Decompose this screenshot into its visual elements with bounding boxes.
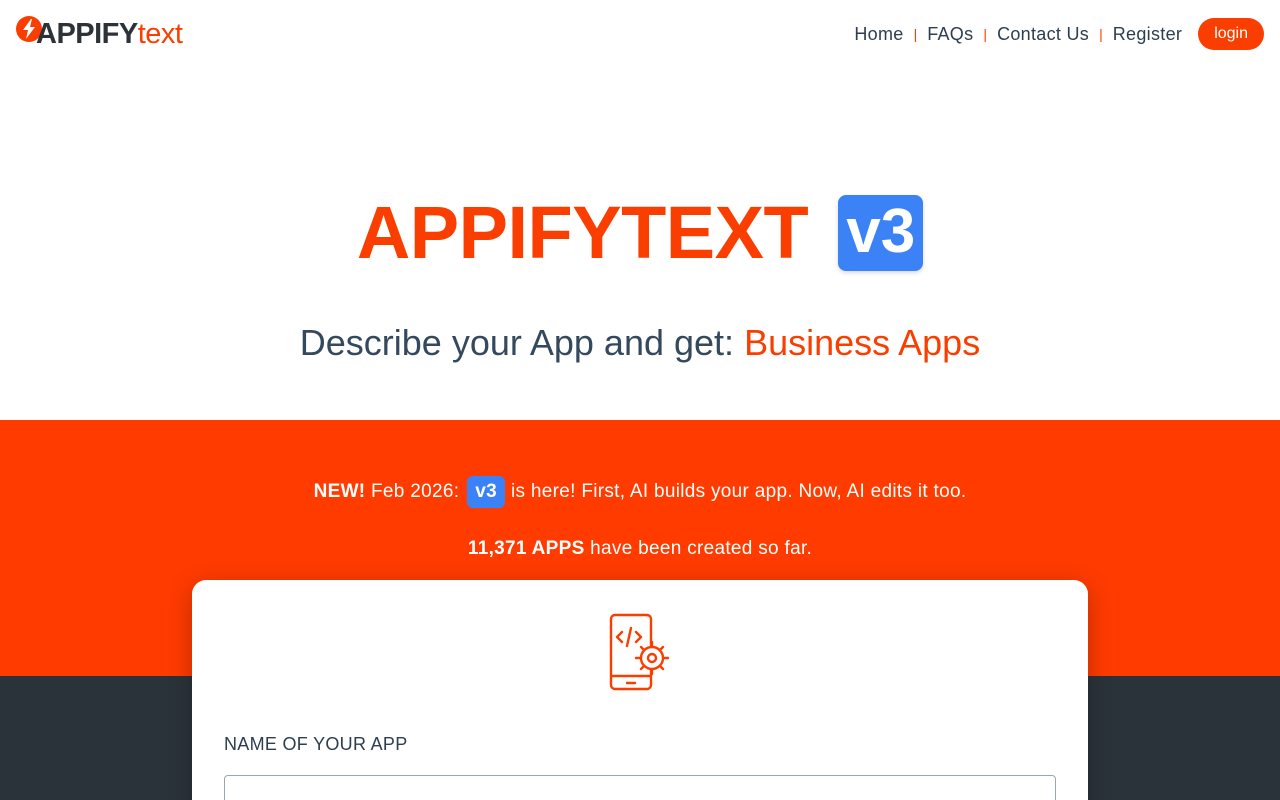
hero-subtitle: Describe your App and get: Business Apps [0,322,1280,364]
hero-title-text: APPIFYTEXT [356,191,809,274]
nav-register-link[interactable]: Register [1113,24,1182,45]
logo-brand: APPIFY [36,17,138,50]
announcement-text: NEW! Feb 2026: v3 is here! First, AI bui… [0,476,1280,508]
new-label: NEW! [313,481,366,502]
app-name-input[interactable] [224,775,1056,800]
nav-contact-link[interactable]: Contact Us [997,24,1089,45]
site-header: APPIFYtext Home | FAQs | Contact Us | Re… [0,0,1280,68]
hero-section: APPIFYTEXT v3 [0,190,1280,275]
logo-suffix: text [137,17,183,50]
logo-wordmark: APPIFYtext [36,18,183,51]
announcement-message: is here! First, AI builds your app. Now,… [511,481,967,502]
nav-separator: | [983,26,988,42]
version-badge: v3 [838,194,924,271]
hero-title: APPIFYTEXT v3 [356,190,924,275]
subtitle-prefix: Describe your App and get: [299,322,735,363]
mobile-code-settings-icon [609,613,670,691]
nav-separator: | [913,26,918,42]
app-name-label: NAME OF YOUR APP [224,734,408,754]
announcement-badge: v3 [467,476,506,508]
app-count: 11,371 APPS have been created so far. [0,538,1280,560]
main-nav: Home | FAQs | Contact Us | Register logi… [854,18,1264,50]
announcement-date: Feb 2026: [371,481,460,502]
site-logo[interactable]: APPIFYtext [16,14,183,54]
create-app-card: NAME OF YOUR APP [192,580,1088,800]
nav-separator: | [1099,26,1103,42]
subtitle-highlight: Business Apps [744,322,981,363]
nav-faqs-link[interactable]: FAQs [927,24,973,45]
login-button[interactable]: login [1198,18,1264,50]
nav-home-link[interactable]: Home [854,24,903,45]
app-count-text: have been created so far. [590,538,813,559]
app-count-number: 11,371 APPS [467,538,585,559]
